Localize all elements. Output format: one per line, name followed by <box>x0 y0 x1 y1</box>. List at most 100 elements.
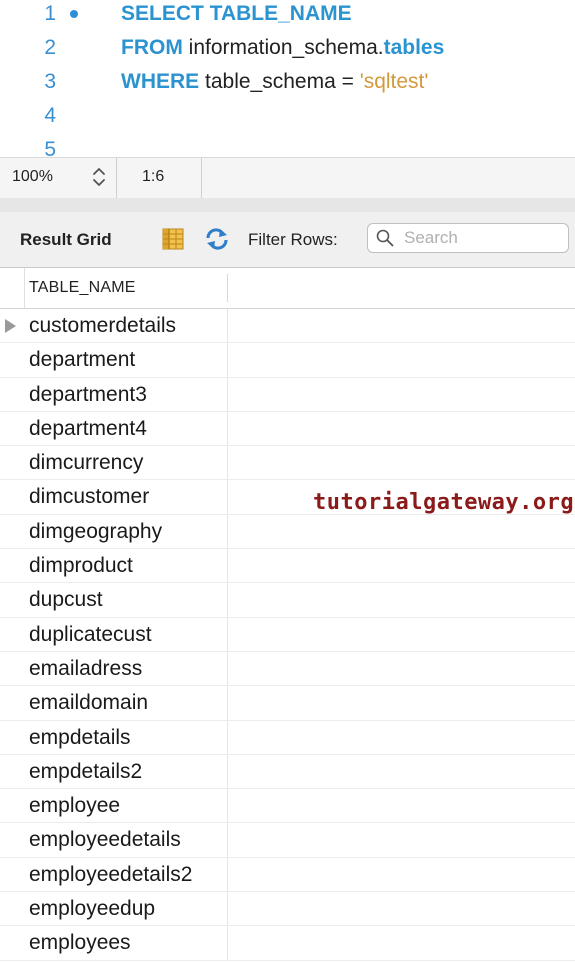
table-cell[interactable]: emailadress <box>29 657 142 681</box>
code-text: SELECT TABLE_NAME <box>121 0 352 28</box>
table-row[interactable]: employeedup <box>0 892 575 927</box>
table-row[interactable]: employee <box>0 789 575 824</box>
table-cell[interactable]: employeedetails <box>29 828 181 852</box>
row-header[interactable] <box>0 583 24 616</box>
sql-editor[interactable]: 1 SELECT TABLE_NAME 2 FROM information_s… <box>0 0 575 157</box>
table-cell[interactable]: employee <box>29 794 120 818</box>
code-text: FROM information_schema.tables <box>121 34 444 62</box>
editor-status-bar: 100% 1:6 <box>0 157 575 199</box>
table-cell[interactable]: emaildomain <box>29 691 148 715</box>
table-cell[interactable]: employees <box>29 931 131 955</box>
grid-rows: customerdetails department department3 depa… <box>0 309 575 961</box>
breakpoint-dot-icon <box>70 10 78 18</box>
table-cell[interactable]: empdetails <box>29 726 131 750</box>
row-header[interactable] <box>0 755 24 788</box>
row-header[interactable] <box>0 480 24 513</box>
result-toolbar: Result Grid Filter Rows: <box>0 212 575 268</box>
row-header[interactable] <box>0 378 24 411</box>
column-divider <box>227 686 228 720</box>
table-row[interactable]: emaildomain <box>0 686 575 721</box>
table-cell[interactable]: duplicatecust <box>29 623 152 647</box>
row-header[interactable] <box>0 549 24 582</box>
column-divider <box>227 651 228 686</box>
table-cell[interactable]: dupcust <box>29 588 103 612</box>
row-header[interactable] <box>0 618 24 651</box>
column-divider <box>227 754 228 789</box>
row-header[interactable] <box>0 721 24 754</box>
code-line-1: 1 SELECT TABLE_NAME <box>0 0 575 34</box>
column-divider <box>227 857 228 892</box>
filter-rows-label: Filter Rows: <box>248 230 338 249</box>
table-row[interactable]: department <box>0 343 575 378</box>
table-row[interactable]: emailadress <box>0 651 575 687</box>
line-number: 3 <box>44 70 56 93</box>
table-row[interactable]: employeedetails2 <box>0 857 575 893</box>
watermark: tutorialgateway.org <box>313 490 575 515</box>
row-header[interactable] <box>0 686 24 719</box>
row-header[interactable] <box>0 858 24 891</box>
table-row[interactable]: customerdetails <box>0 309 575 344</box>
table-row[interactable]: dimproduct <box>0 549 575 584</box>
table-cell[interactable]: customerdetails <box>29 314 176 338</box>
column-divider <box>227 377 228 411</box>
code-line-4: 4 <box>0 102 575 136</box>
column-divider <box>227 549 228 583</box>
sql-keyword: FROM <box>121 36 183 59</box>
table-cell[interactable]: empdetails2 <box>29 760 142 784</box>
grid-header: TABLE_NAME <box>0 268 575 309</box>
row-header[interactable] <box>0 652 24 685</box>
column-divider <box>227 446 228 480</box>
row-header[interactable] <box>0 789 24 822</box>
table-cell[interactable]: department3 <box>29 383 147 407</box>
row-header[interactable] <box>0 926 24 959</box>
table-cell[interactable]: employeedetails2 <box>29 863 192 887</box>
column-divider <box>227 892 228 926</box>
panel-splitter[interactable] <box>0 198 575 212</box>
column-divider <box>227 343 228 377</box>
column-divider <box>227 411 228 446</box>
table-cell[interactable]: dimcurrency <box>29 451 143 475</box>
row-header[interactable] <box>0 515 24 548</box>
table-row[interactable]: department3 <box>0 377 575 412</box>
table-row[interactable]: dimgeography <box>0 514 575 550</box>
row-header[interactable] <box>0 412 24 445</box>
table-cell[interactable]: dimcustomer <box>29 485 149 509</box>
table-row[interactable]: department4 <box>0 411 575 447</box>
table-row[interactable]: empdetails <box>0 720 575 755</box>
line-number: 5 <box>44 138 56 157</box>
row-header[interactable] <box>0 309 24 342</box>
sql-keyword: tables <box>383 36 445 59</box>
line-number: 1 <box>44 2 56 25</box>
row-header[interactable] <box>0 892 24 925</box>
search-input[interactable] <box>404 227 564 249</box>
table-row[interactable]: employeedetails <box>0 823 575 858</box>
status-divider <box>116 158 117 198</box>
line-number: 4 <box>44 104 56 127</box>
row-header[interactable] <box>0 446 24 479</box>
table-row[interactable]: employees <box>0 926 575 961</box>
chevron-up-down-icon[interactable] <box>90 165 108 189</box>
table-row[interactable]: empdetails2 <box>0 754 575 790</box>
table-cell[interactable]: department4 <box>29 417 147 441</box>
status-divider <box>201 158 202 198</box>
row-header[interactable] <box>0 823 24 856</box>
table-cell[interactable]: dimproduct <box>29 554 133 578</box>
code-line-5: 5 <box>0 136 575 157</box>
sql-keyword: SELECT <box>121 2 204 25</box>
table-cell[interactable]: department <box>29 348 135 372</box>
table-row[interactable]: duplicatecust <box>0 617 575 652</box>
table-cell[interactable]: employeedup <box>29 897 155 921</box>
table-row[interactable]: dupcust <box>0 583 575 618</box>
row-header[interactable] <box>0 343 24 376</box>
table-row[interactable]: dimcurrency <box>0 446 575 481</box>
column-divider[interactable] <box>227 274 228 302</box>
result-grid-tab[interactable]: Result Grid <box>20 230 112 250</box>
magnifier-icon <box>376 229 394 247</box>
column-divider <box>227 514 228 549</box>
column-header-table-name[interactable]: TABLE_NAME <box>29 279 136 297</box>
result-grid-icon[interactable] <box>162 228 184 250</box>
refresh-arrows-icon[interactable] <box>204 227 230 251</box>
table-cell[interactable]: dimgeography <box>29 520 162 544</box>
column-divider <box>227 583 228 617</box>
search-box[interactable] <box>367 223 569 253</box>
